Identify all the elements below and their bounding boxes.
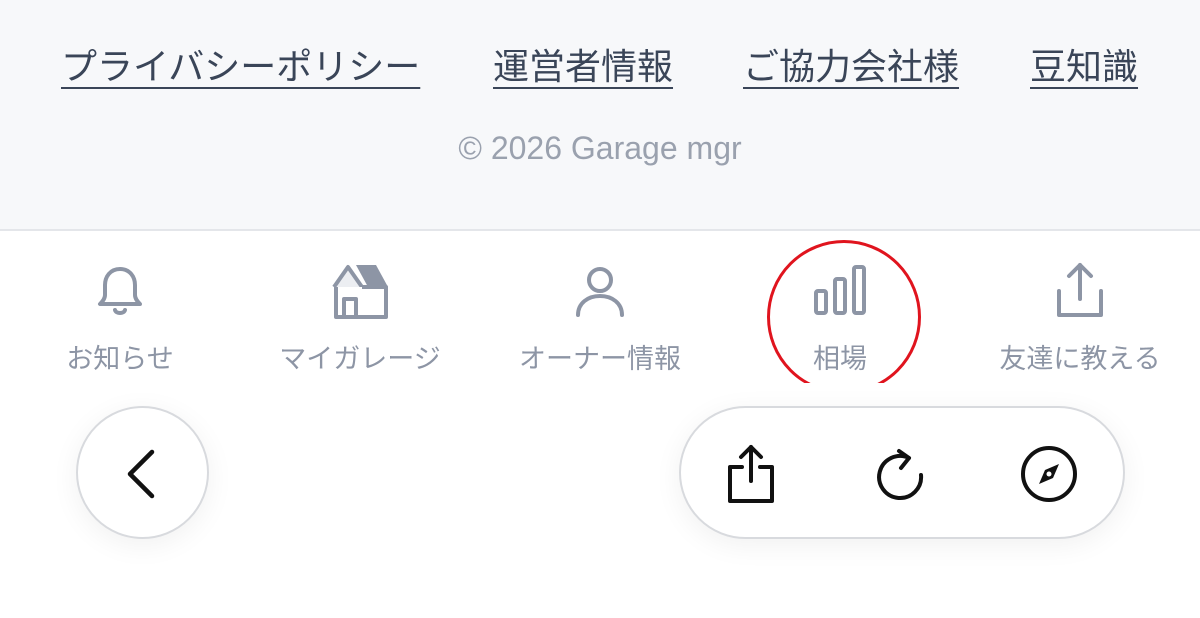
- site-footer: プライバシーポリシー 運営者情報 ご協力会社様 豆知識 © 2026 Garag…: [0, 0, 1200, 231]
- privacy-policy-link[interactable]: プライバシーポリシー: [61, 42, 420, 94]
- user-icon: [576, 267, 624, 317]
- tab-my-garage[interactable]: マイガレージ: [240, 233, 480, 383]
- reload-button[interactable]: [867, 441, 933, 507]
- share-icon: [728, 445, 774, 503]
- operator-info-link[interactable]: 運営者情報: [493, 42, 673, 94]
- bottom-tab-bar: お知らせ マイガレージ オーナー情報 相場 友達に教える: [0, 233, 1200, 383]
- share-icon: [1057, 263, 1103, 317]
- tab-label: 友達に教える: [999, 344, 1161, 375]
- tab-invite-friends[interactable]: 友達に教える: [960, 233, 1200, 383]
- compass-button[interactable]: [1016, 441, 1082, 507]
- footer-links: プライバシーポリシー 運営者情報 ご協力会社様 豆知識: [0, 42, 1200, 102]
- compass-icon: [1021, 446, 1077, 502]
- partners-link[interactable]: ご協力会社様: [743, 42, 959, 94]
- highlight-annotation-circle: [767, 240, 921, 394]
- tips-link[interactable]: 豆知識: [1030, 42, 1138, 94]
- tab-label: オーナー情報: [519, 344, 681, 375]
- reload-icon: [877, 449, 924, 501]
- tab-label: マイガレージ: [279, 344, 441, 375]
- browser-actions-pill: [679, 406, 1125, 539]
- share-button[interactable]: [718, 441, 784, 507]
- house-icon: [332, 265, 388, 319]
- chevron-left-icon: [127, 449, 155, 499]
- back-button[interactable]: [76, 406, 209, 539]
- tab-owner-info[interactable]: オーナー情報: [480, 233, 720, 383]
- copyright-text: © 2026 Garage mgr: [458, 130, 742, 166]
- bell-icon: [98, 267, 142, 315]
- tab-notifications[interactable]: お知らせ: [0, 233, 240, 383]
- tab-label: お知らせ: [66, 344, 174, 375]
